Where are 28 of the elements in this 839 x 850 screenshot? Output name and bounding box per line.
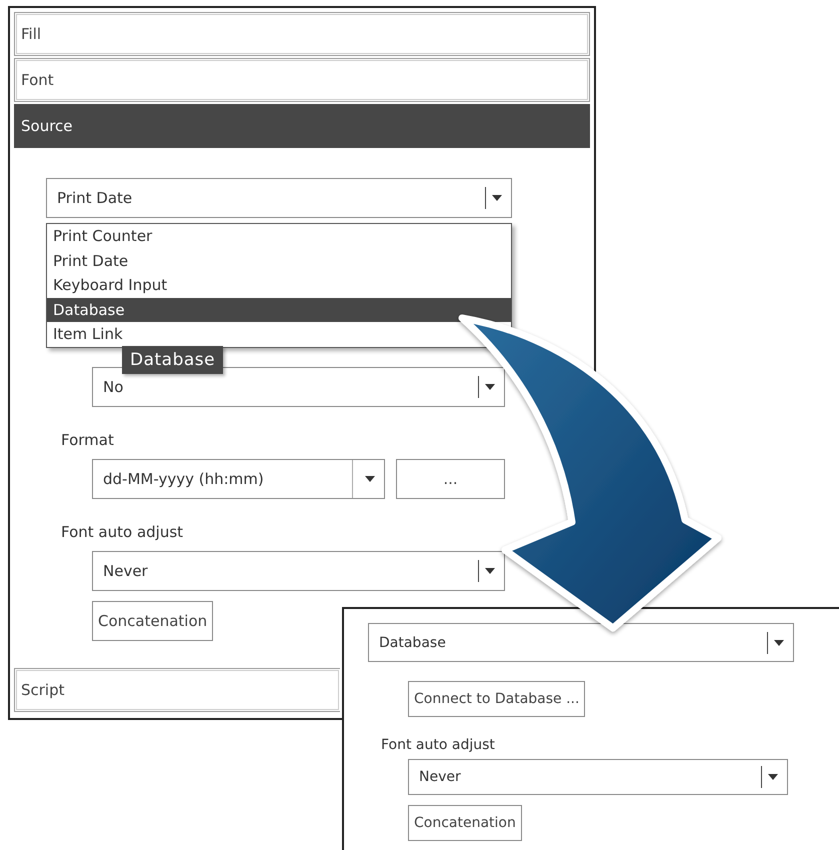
dropdown-option[interactable]: Database bbox=[47, 298, 511, 322]
field-label: Font auto adjust bbox=[381, 737, 496, 753]
section-header[interactable]: Script bbox=[14, 668, 340, 712]
field-label: Font auto adjust bbox=[61, 523, 184, 541]
dropdown[interactable]: Never bbox=[92, 551, 505, 591]
dropdown-option[interactable]: Print Date bbox=[47, 248, 511, 273]
concatenation-button[interactable]: Concatenation bbox=[92, 601, 214, 641]
dropdown[interactable]: No bbox=[92, 367, 505, 407]
dropdown-option[interactable]: Keyboard Input bbox=[47, 273, 511, 298]
dropdown-option[interactable]: Print Counter bbox=[47, 224, 511, 248]
field-label: Format bbox=[61, 431, 115, 449]
caret-icon bbox=[485, 568, 495, 574]
caret-icon bbox=[485, 384, 495, 390]
dropdown[interactable]: Database bbox=[368, 623, 794, 662]
section-header[interactable]: Fill bbox=[14, 12, 590, 56]
concatenation-button[interactable]: Concatenation bbox=[408, 805, 522, 841]
dropdown[interactable]: Print Date bbox=[46, 178, 512, 218]
section-header[interactable]: Source bbox=[14, 104, 590, 148]
caret-icon bbox=[365, 476, 375, 482]
caret-icon bbox=[492, 195, 502, 201]
browse-button[interactable]: ... bbox=[396, 459, 505, 499]
tooltip: Database bbox=[122, 346, 224, 374]
connect-button[interactable]: Connect to Database ... bbox=[408, 681, 586, 717]
dropdown[interactable]: Never bbox=[408, 759, 788, 795]
dropdown[interactable]: dd-MM-yyyy (hh:mm) bbox=[92, 459, 385, 499]
caret-icon bbox=[774, 640, 784, 646]
section-header[interactable]: Font bbox=[14, 58, 590, 102]
caret-icon bbox=[768, 774, 778, 780]
